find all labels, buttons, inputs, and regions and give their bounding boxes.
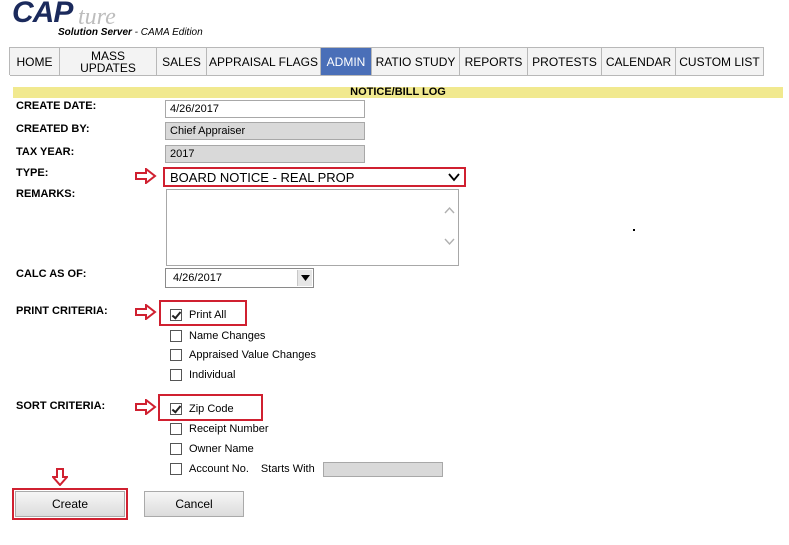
individual-label: Individual <box>189 369 236 381</box>
logo-cap-text: CAP <box>12 0 73 29</box>
type-label: TYPE: <box>16 167 49 179</box>
cancel-button[interactable]: Cancel <box>144 491 244 517</box>
print-all-checkbox[interactable] <box>170 309 182 321</box>
appraised-value-changes-option[interactable]: Appraised Value Changes <box>170 348 316 362</box>
scroll-up-icon[interactable] <box>444 206 455 214</box>
remarks-textarea[interactable] <box>166 189 459 266</box>
print-all-option[interactable]: Print All <box>170 308 226 322</box>
calc-as-of-label: CALC AS OF: <box>16 268 87 280</box>
logo-subtitle: Solution Server - CAMA Edition <box>58 27 203 38</box>
individual-checkbox[interactable] <box>170 369 182 381</box>
appraised-value-changes-checkbox[interactable] <box>170 349 182 361</box>
logo-subtitle-rest: - CAMA Edition <box>131 27 203 38</box>
tab-protests[interactable]: PROTESTS <box>528 48 602 76</box>
remarks-scrollbar[interactable] <box>441 190 458 265</box>
created-by-input: Chief Appraiser <box>165 122 365 140</box>
tab-calendar[interactable]: CALENDAR <box>602 48 676 76</box>
owner-name-checkbox[interactable] <box>170 443 182 455</box>
created-by-label: CREATED BY: <box>16 123 90 135</box>
tab-ratio-study[interactable]: RATIO STUDY <box>372 48 460 76</box>
calc-as-of-select[interactable]: 4/26/2017 <box>165 268 314 288</box>
remarks-label: REMARKS: <box>16 188 76 200</box>
create-date-label: CREATE DATE: <box>16 100 97 112</box>
account-no-checkbox[interactable] <box>170 463 182 475</box>
individual-option[interactable]: Individual <box>170 368 235 382</box>
type-select[interactable]: BOARD NOTICE - REAL PROP <box>163 167 466 187</box>
account-no-label: Account No. <box>189 463 249 475</box>
arrow-right-icon <box>135 399 157 415</box>
captures-logo: CAP ture Solution Server - CAMA Edition <box>12 0 252 42</box>
zip-code-checkbox[interactable] <box>170 403 182 415</box>
calc-dropdown-button[interactable] <box>297 270 312 286</box>
tab-custom-list[interactable]: CUSTOM LIST <box>676 48 764 76</box>
tab-sales[interactable]: SALES <box>157 48 207 76</box>
print-all-label: Print All <box>189 309 227 321</box>
name-changes-checkbox[interactable] <box>170 330 182 342</box>
tax-year-label: TAX YEAR: <box>16 146 75 158</box>
owner-name-option[interactable]: Owner Name <box>170 442 254 456</box>
tab-appraisal-flags[interactable]: APPRAISAL FLAGS <box>207 48 321 76</box>
starts-with-input <box>322 461 443 477</box>
create-date-input[interactable]: 4/26/2017 <box>165 100 365 118</box>
starts-with-label: Starts With <box>260 463 315 475</box>
arrow-down-icon <box>52 468 68 486</box>
tax-year-input: 2017 <box>165 145 365 163</box>
logo-subtitle-bold: Solution Server <box>58 27 132 38</box>
arrow-right-icon <box>135 168 157 184</box>
main-nav: HOME MASS UPDATES SALES APPRAISAL FLAGS … <box>9 47 764 76</box>
dropdown-arrow-icon <box>301 275 310 281</box>
sort-criteria-label: SORT CRITERIA: <box>16 400 106 412</box>
arrow-right-icon <box>135 304 157 320</box>
owner-name-label: Owner Name <box>189 443 254 455</box>
chevron-down-icon <box>448 173 460 182</box>
receipt-number-checkbox[interactable] <box>170 423 182 435</box>
tab-mass-updates[interactable]: MASS UPDATES <box>60 48 157 76</box>
receipt-number-label: Receipt Number <box>189 423 269 435</box>
tab-reports[interactable]: REPORTS <box>460 48 528 76</box>
tab-admin[interactable]: ADMIN <box>321 48 372 76</box>
type-select-value: BOARD NOTICE - REAL PROP <box>170 170 355 185</box>
zip-code-label: Zip Code <box>189 403 234 415</box>
name-changes-option[interactable]: Name Changes <box>170 329 265 343</box>
notice-bill-log-header: NOTICE/BILL LOG <box>13 87 783 98</box>
account-no-option[interactable]: Account No. Starts With <box>170 461 443 477</box>
scroll-down-icon[interactable] <box>444 238 455 246</box>
receipt-number-option[interactable]: Receipt Number <box>170 422 268 436</box>
stray-dot <box>633 229 635 231</box>
create-button[interactable]: Create <box>15 491 125 517</box>
print-criteria-label: PRINT CRITERIA: <box>16 305 108 317</box>
calc-as-of-value: 4/26/2017 <box>173 272 222 284</box>
tab-home[interactable]: HOME <box>10 48 60 76</box>
zip-code-option[interactable]: Zip Code <box>170 402 234 416</box>
name-changes-label: Name Changes <box>189 330 266 342</box>
appraised-value-changes-label: Appraised Value Changes <box>189 349 316 361</box>
